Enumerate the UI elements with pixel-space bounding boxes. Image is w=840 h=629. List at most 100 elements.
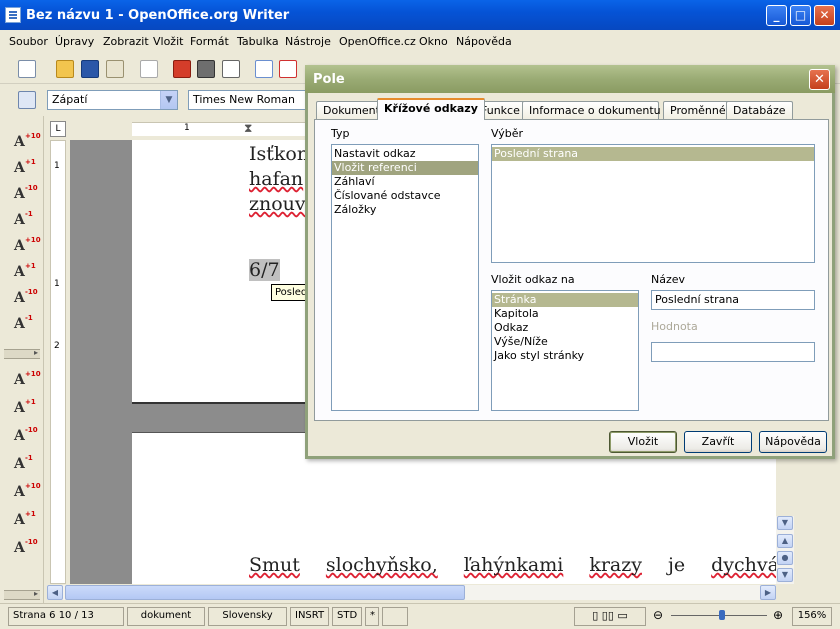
scroll-thumb[interactable] [65,585,465,600]
page-text[interactable]: Isťkon hafan znouv [249,142,309,217]
signature-indicator[interactable] [382,607,408,626]
font-size-icon[interactable]: A +1 [14,262,38,286]
selection-list[interactable]: Poslední strana [491,144,815,263]
font-name-value: Times New Roman [193,93,295,106]
font-size-icon[interactable]: A +10 [14,236,41,260]
close-window-button[interactable]: ✕ [814,5,835,26]
panel-separator[interactable] [4,589,40,600]
styles-formatting-icon[interactable] [18,91,36,109]
font-size-icon[interactable]: A +1 [14,158,38,182]
ruler-scale: 1 ⧗ [132,121,306,136]
value-field[interactable] [651,342,815,362]
indent-marker-icon[interactable]: ⧗ [244,121,252,136]
menu-format[interactable]: Formát [190,35,229,48]
horizontal-ruler[interactable]: 1 ⧗ [70,120,306,138]
new-document-icon[interactable] [18,60,36,78]
scroll-left-arrow-icon[interactable]: ◀ [47,585,63,600]
next-page-icon[interactable]: ▼ [777,568,793,582]
type-option[interactable]: Záložky [332,203,478,217]
type-option[interactable]: Nastavit odkaz [332,147,478,161]
menu-tabulka[interactable]: Tabulka [237,35,279,48]
vertical-ruler[interactable]: 1 1 2 [50,140,66,584]
navigator-icon[interactable]: ● [777,551,793,565]
font-size-icon[interactable]: A -1 [14,210,38,234]
tab-promenne[interactable]: Proměnné [663,101,733,119]
type-option[interactable]: Záhlaví [332,175,478,189]
menu-nastroje[interactable]: Nástroje [285,35,331,48]
vertical-scrollbar[interactable]: ▼ ▲ ● ▼ [776,516,794,584]
insert-button[interactable]: Vložit [609,431,677,453]
page-text[interactable]: Smut slochyňsko, ľahýnkami krazy je dych… [249,553,779,578]
type-list[interactable]: Nastavit odkaz Vložit referenci Záhlaví … [331,144,479,411]
insert-reference-list[interactable]: Stránka Kapitola Odkaz Výše/Níže Jako st… [491,290,639,411]
chevron-down-icon[interactable]: ▼ [160,91,177,109]
menu-openoffice-cz[interactable]: OpenOffice.cz [339,35,416,48]
font-size-icon[interactable]: A -1 [14,314,38,338]
menu-napoveda[interactable]: Nápověda [456,35,512,48]
type-option-selected[interactable]: Vložit referenci [332,161,478,175]
font-size-icon[interactable]: A +10 [14,132,41,156]
font-size-icon[interactable]: A -10 [14,288,38,312]
spellcheck-icon[interactable] [255,60,273,78]
open-folder-icon[interactable] [56,60,74,78]
page-number-field[interactable]: 6/7 [249,258,280,283]
char-scale-icon[interactable]: A +10 [14,482,41,506]
language-indicator[interactable]: Slovensky [208,607,287,626]
horizontal-scrollbar[interactable]: ◀ ▶ [47,585,776,600]
name-field[interactable]: Poslední strana [651,290,815,310]
tab-stop-selector[interactable]: L [50,121,66,137]
panel-separator[interactable] [4,348,40,359]
menu-soubor[interactable]: Soubor [9,35,48,48]
reference-option[interactable]: Kapitola [492,307,638,321]
insert-mode-indicator[interactable]: INSRT [290,607,329,626]
page-style-indicator[interactable]: dokument [127,607,205,626]
zoom-handle[interactable] [719,610,725,620]
menu-okno[interactable]: Okno [419,35,448,48]
minimize-button[interactable]: _ [766,5,787,26]
reference-option[interactable]: Jako styl stránky [492,349,638,363]
scroll-down-arrow-icon[interactable]: ▼ [777,516,793,530]
scroll-right-arrow-icon[interactable]: ▶ [760,585,776,600]
edit-file-icon[interactable] [140,60,158,78]
reference-option-selected[interactable]: Stránka [492,293,638,307]
selection-mode-indicator[interactable]: STD [332,607,362,626]
tab-krizove-odkazy[interactable]: Křížové odkazy [377,98,485,120]
menu-upravy[interactable]: Úpravy [55,35,94,48]
zoom-level[interactable]: 156% [792,607,832,626]
char-scale-icon[interactable]: A -1 [14,454,38,478]
tab-informace-o-dokumentu[interactable]: Informace o dokumentu [522,101,661,119]
email-icon[interactable] [106,60,124,78]
reference-option[interactable]: Odkaz [492,321,638,335]
menu-vlozit[interactable]: Vložit [153,35,183,48]
export-pdf-icon[interactable] [173,60,191,78]
paragraph-style-combo[interactable]: Zápatí ▼ [47,90,178,110]
reference-option[interactable]: Výše/Níže [492,335,638,349]
char-scale-icon[interactable]: A +1 [14,510,38,534]
char-scale-icon[interactable]: A +1 [14,398,38,422]
zoom-out-icon[interactable]: ⊖ [653,608,663,622]
dialog-close-button[interactable]: ✕ [809,69,830,90]
char-scale-icon[interactable]: A -10 [14,426,38,450]
zoom-slider[interactable]: ⊖ ⊕ [649,607,789,626]
selection-option-selected[interactable]: Poslední strana [492,147,814,161]
save-icon[interactable] [81,60,99,78]
close-button[interactable]: Zavřít [684,431,752,453]
print-icon[interactable] [197,60,215,78]
previous-page-icon[interactable]: ▲ [777,534,793,548]
tab-databaze[interactable]: Databáze [726,101,793,119]
page-indicator[interactable]: Strana 6 10 / 13 [8,607,124,626]
page-preview-icon[interactable] [222,60,240,78]
char-scale-icon[interactable]: A +10 [14,370,41,394]
menu-zobrazit[interactable]: Zobrazit [103,35,149,48]
font-size-icon[interactable]: A -10 [14,184,38,208]
type-option[interactable]: Číslované odstavce [332,189,478,203]
font-name-combo[interactable]: Times New Roman [188,90,306,110]
zoom-in-icon[interactable]: ⊕ [773,608,783,622]
char-scale-icon[interactable]: A -10 [14,538,38,562]
autospellcheck-icon[interactable] [279,60,297,78]
page[interactable]: Isťkon hafan znouv 6/7 [132,140,309,404]
help-button[interactable]: Nápověda [759,431,827,453]
view-layout-buttons[interactable]: ▯ ▯▯ ▭ [574,607,646,626]
maximize-button[interactable]: □ [790,5,811,26]
text-line: hafan [249,168,304,190]
